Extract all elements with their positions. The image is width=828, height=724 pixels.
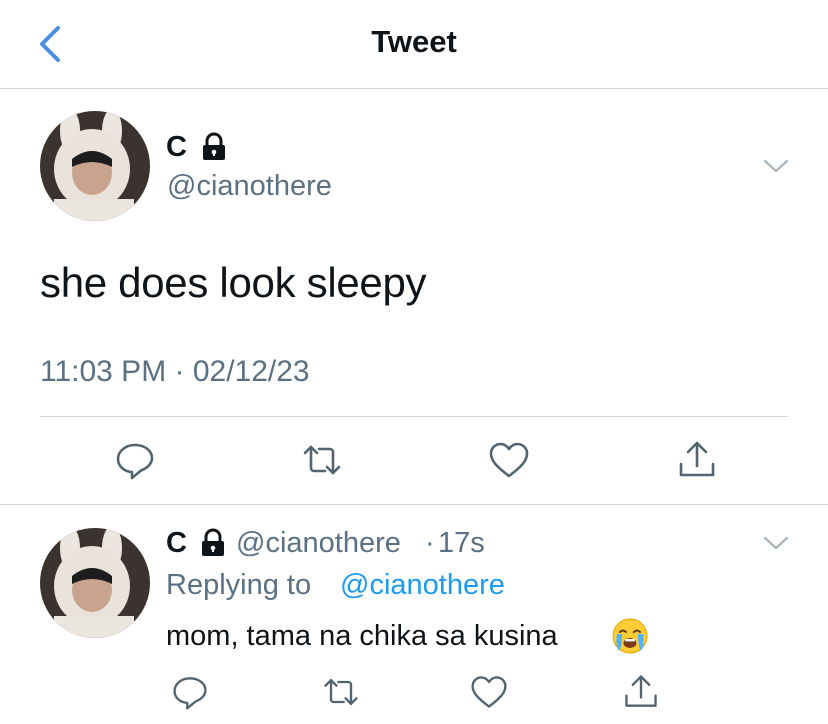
like-icon — [489, 442, 529, 478]
avatar[interactable] — [40, 528, 150, 638]
replying-to-label: Replying to — [166, 569, 312, 601]
share-icon — [625, 675, 657, 707]
share-button[interactable] — [675, 438, 719, 482]
retweet-button[interactable] — [321, 672, 365, 716]
avatar-image — [40, 111, 150, 221]
replying-to-link[interactable]: @cianothere — [340, 569, 505, 602]
share-icon — [679, 441, 715, 477]
crying-face-emoji-icon — [611, 617, 649, 655]
divider — [40, 416, 788, 417]
lock-icon — [197, 527, 229, 559]
display-name[interactable]: C — [166, 131, 187, 164]
display-name[interactable]: C — [166, 527, 187, 560]
avatar[interactable] — [40, 111, 150, 221]
relative-time: 17s — [438, 527, 485, 559]
page-title: Tweet — [371, 24, 457, 59]
like-button[interactable] — [487, 438, 531, 482]
separator-dot: · — [425, 527, 435, 559]
tweet-text: mom, tama na chika sa kusina — [166, 620, 558, 652]
user-handle[interactable]: @cianothere — [167, 170, 332, 203]
more-options-button[interactable] — [762, 156, 790, 176]
chevron-down-icon — [763, 536, 789, 550]
like-icon — [471, 676, 507, 708]
like-button[interactable] — [469, 672, 513, 716]
reply-button[interactable] — [170, 672, 214, 716]
section-divider — [0, 504, 828, 505]
reply-icon — [116, 443, 154, 480]
avatar-image — [40, 528, 150, 638]
chevron-down-icon — [763, 159, 789, 173]
tweet-text: she does look sleepy — [40, 259, 427, 306]
retweet-icon — [324, 679, 358, 705]
more-options-button[interactable] — [762, 533, 790, 553]
lock-icon — [198, 131, 230, 163]
reply-icon — [173, 677, 207, 710]
tweet-timestamp: 11:03 PM · 02/12/23 — [40, 355, 310, 388]
retweet-button[interactable] — [300, 438, 344, 482]
user-handle[interactable]: @cianothere — [236, 527, 401, 560]
reply-button[interactable] — [113, 438, 157, 482]
share-button[interactable] — [621, 672, 665, 716]
retweet-icon — [303, 445, 341, 475]
